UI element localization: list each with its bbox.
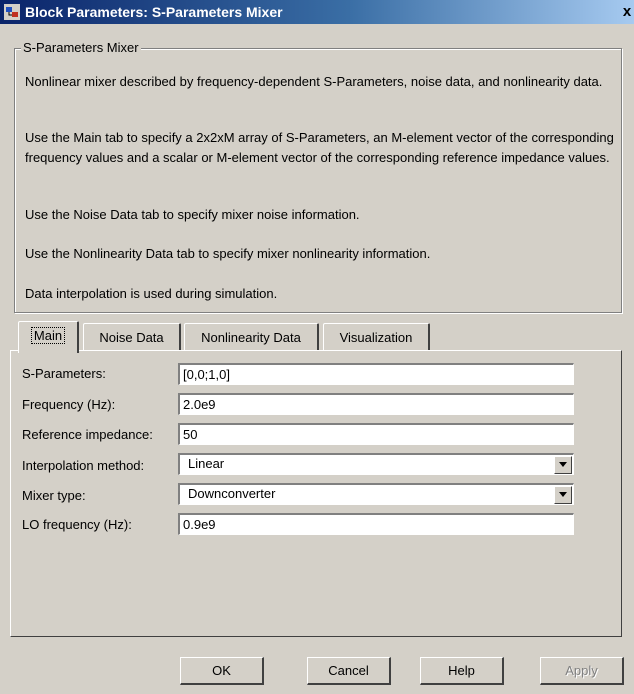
- frequency-input[interactable]: 2.0e9: [178, 393, 574, 415]
- mixer-type-select[interactable]: Downconverter: [178, 483, 574, 505]
- chevron-down-icon: [559, 492, 567, 497]
- cancel-button[interactable]: Cancel: [307, 657, 391, 685]
- mixer-type-label: Mixer type:: [22, 488, 86, 503]
- description-paragraph-3: Use the Noise Data tab to specify mixer …: [25, 207, 360, 222]
- group-legend: S-Parameters Mixer: [21, 40, 141, 55]
- interpolation-method-value: Linear: [188, 456, 225, 471]
- tab-main[interactable]: Main: [18, 321, 79, 353]
- mixer-type-value: Downconverter: [188, 486, 276, 501]
- simulink-block-icon: [4, 4, 20, 20]
- tab-noise-data[interactable]: Noise Data: [83, 323, 181, 351]
- help-button[interactable]: Help: [420, 657, 504, 685]
- reference-impedance-input[interactable]: 50: [178, 423, 574, 445]
- interpolation-dropdown-button[interactable]: [554, 456, 572, 474]
- frequency-label: Frequency (Hz):: [22, 397, 116, 412]
- tab-noise-data-label: Noise Data: [99, 330, 164, 345]
- tab-nonlinearity-data[interactable]: Nonlinearity Data: [184, 323, 319, 351]
- tab-nonlinearity-data-label: Nonlinearity Data: [201, 330, 301, 345]
- s-parameters-input[interactable]: [0,0;1,0]: [178, 363, 574, 385]
- interpolation-method-select[interactable]: Linear: [178, 453, 574, 475]
- ok-button[interactable]: OK: [180, 657, 264, 685]
- description-paragraph-1: Nonlinear mixer described by frequency-d…: [25, 74, 603, 89]
- tab-visualization[interactable]: Visualization: [323, 323, 430, 351]
- chevron-down-icon: [559, 462, 567, 467]
- tab-main-label: Main: [30, 327, 66, 344]
- lo-frequency-input[interactable]: 0.9e9: [178, 513, 574, 535]
- description-paragraph-5: Data interpolation is used during simula…: [25, 286, 278, 301]
- close-button[interactable]: x: [620, 2, 634, 21]
- apply-button[interactable]: Apply: [540, 657, 624, 685]
- title-bar[interactable]: Block Parameters: S-Parameters Mixer x: [0, 0, 634, 24]
- description-paragraph-2: Use the Main tab to specify a 2x2xM arra…: [25, 130, 614, 165]
- s-parameters-label: S-Parameters:: [22, 366, 106, 381]
- description-paragraph-4: Use the Nonlinearity Data tab to specify…: [25, 246, 431, 261]
- tab-visualization-label: Visualization: [339, 330, 413, 345]
- mixer-type-dropdown-button[interactable]: [554, 486, 572, 504]
- reference-impedance-label: Reference impedance:: [22, 427, 153, 442]
- lo-frequency-label: LO frequency (Hz):: [22, 517, 132, 532]
- interpolation-method-label: Interpolation method:: [22, 458, 145, 473]
- window-title: Block Parameters: S-Parameters Mixer: [25, 4, 283, 20]
